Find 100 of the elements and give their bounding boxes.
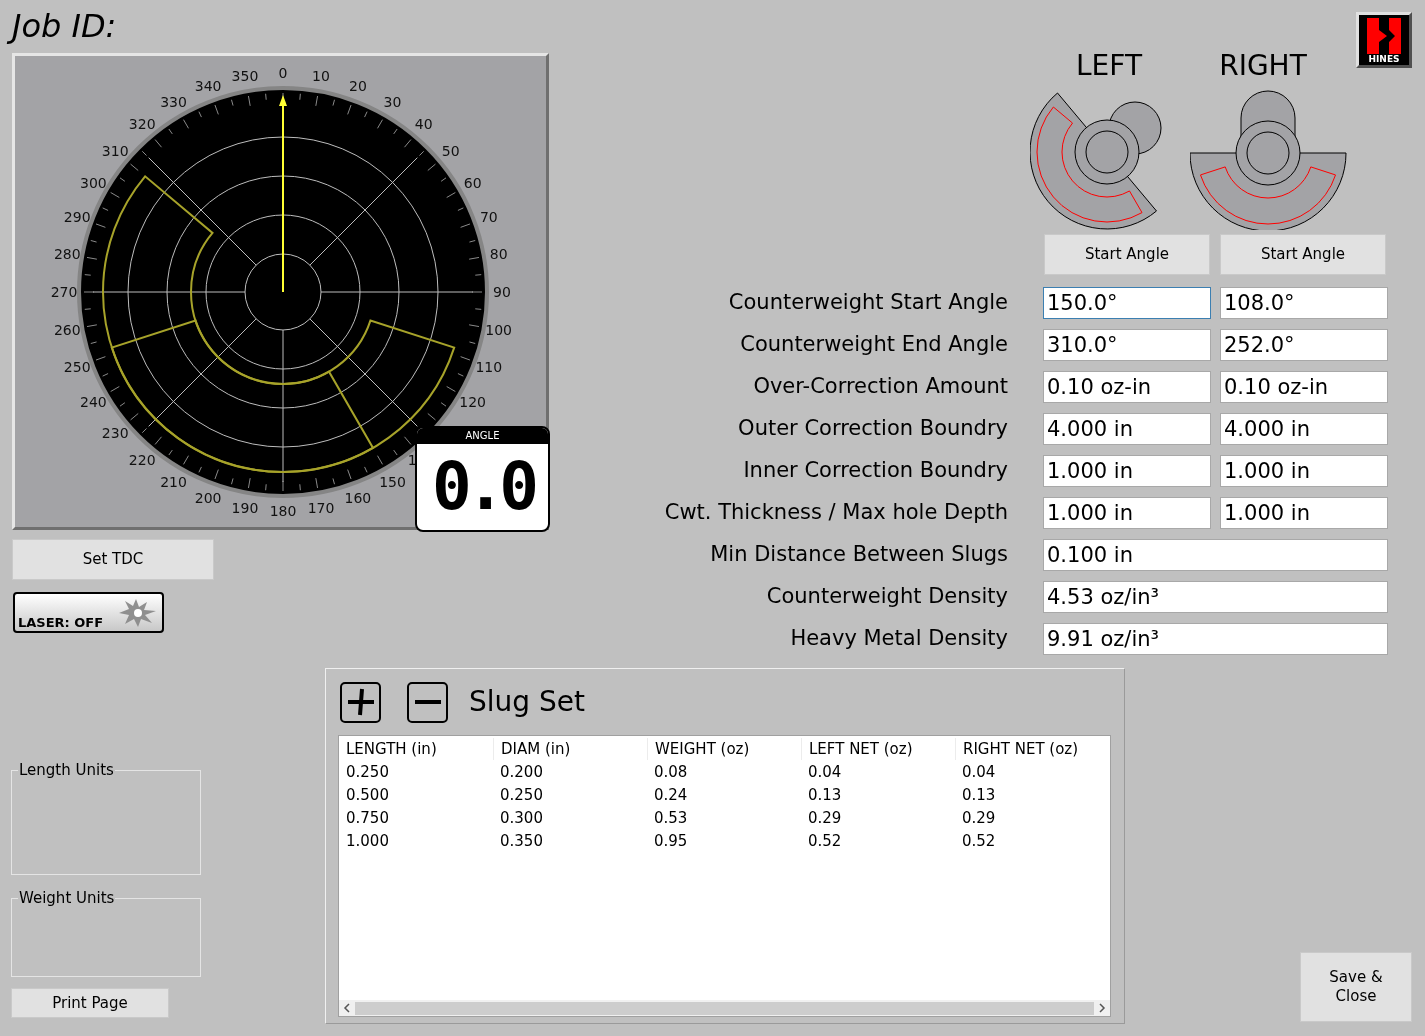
readout-label: ANGLE	[465, 431, 500, 441]
setting-label: Inner Correction Boundry	[743, 458, 1008, 483]
scroll-left-icon[interactable]	[343, 1003, 351, 1013]
degree-label: 350	[231, 68, 259, 85]
horizontal-scrollbar[interactable]	[339, 1000, 1110, 1016]
column-header[interactable]: LEFT NET (oz)	[809, 737, 913, 761]
value-field[interactable]: 310.0°	[1043, 329, 1211, 361]
value-field[interactable]: 4.000 in	[1220, 413, 1388, 445]
set-tdc-button[interactable]: Set TDC	[12, 539, 214, 580]
print-page-button[interactable]: Print Page	[11, 988, 169, 1018]
degree-label: 40	[414, 116, 433, 133]
table-cell: 0.350	[500, 831, 543, 850]
degree-label: 310	[101, 143, 129, 160]
value-field[interactable]: 108.0°	[1220, 287, 1388, 319]
degree-label: 270	[50, 284, 78, 300]
table-cell: 0.250	[500, 785, 543, 804]
scroll-right-icon[interactable]	[1098, 1003, 1106, 1013]
value-field[interactable]: 252.0°	[1220, 329, 1388, 361]
slug-set-title: Slug Set	[469, 684, 585, 720]
degree-label: 60	[463, 174, 482, 191]
table-cell: 0.13	[962, 785, 996, 804]
setting-label: Heavy Metal Density	[790, 626, 1008, 651]
minus-icon	[414, 700, 441, 704]
degree-label: 330	[160, 94, 187, 111]
logo-text: HINES	[1368, 55, 1400, 64]
degree-label: 1	[407, 451, 417, 468]
table-cell: 0.500	[346, 785, 389, 804]
value-field[interactable]: 0.10 oz-in	[1043, 371, 1211, 403]
setting-label: Counterweight End Angle	[740, 332, 1008, 357]
setting-label: Counterweight Start Angle	[728, 290, 1008, 315]
table-cell: 0.95	[654, 831, 688, 850]
degree-label: 180	[269, 503, 297, 519]
degree-label: 90	[493, 284, 511, 300]
degree-label: 250	[63, 358, 91, 375]
degree-label: 320	[128, 116, 156, 133]
value-field[interactable]: 1.000 in	[1220, 497, 1388, 529]
table-cell: 0.200	[500, 762, 543, 781]
degree-label: 340	[194, 78, 222, 95]
start-angle-button[interactable]: Start Angle	[1044, 234, 1210, 275]
plus-icon	[345, 687, 376, 717]
degree-label: 120	[459, 393, 487, 410]
degree-label: 50	[441, 143, 460, 160]
degree-label: 100	[485, 322, 513, 339]
setting-label: Cwt. Thickness / Max hole Depth	[664, 500, 1008, 525]
column-header[interactable]: LENGTH (in)	[346, 737, 437, 761]
save-close-button[interactable]: Save & Close	[1300, 952, 1412, 1022]
value-field[interactable]: 0.10 oz-in	[1220, 371, 1388, 403]
angle-value: 0.0	[431, 454, 534, 520]
degree-label: 240	[79, 393, 107, 410]
degree-label: 190	[231, 499, 259, 516]
setting-label: Counterweight Density	[766, 584, 1008, 609]
table-cell: 0.250	[346, 762, 389, 781]
degree-label: 80	[489, 245, 508, 262]
degree-label: 210	[160, 473, 187, 490]
group-label: Length Units	[18, 760, 115, 781]
degree-label: 30	[383, 94, 402, 111]
table-cell: 0.53	[654, 808, 688, 827]
value-field[interactable]: 4.53 oz/in³	[1043, 581, 1388, 613]
degree-label: 110	[475, 358, 503, 375]
degree-label: 170	[307, 499, 335, 516]
value-field[interactable]: 1.000 in	[1043, 497, 1211, 529]
side-heading: LEFT	[1076, 49, 1142, 82]
value-field[interactable]: 1.000 in	[1220, 455, 1388, 487]
degree-label: 290	[63, 209, 91, 226]
column-header[interactable]: RIGHT NET (oz)	[963, 737, 1079, 761]
value-field[interactable]: 4.000 in	[1043, 413, 1211, 445]
group-label: Weight Units	[18, 888, 116, 909]
table-cell: 0.08	[654, 762, 688, 781]
degree-label: 260	[53, 322, 81, 339]
table-cell: 0.29	[808, 808, 842, 827]
degree-label: 230	[101, 424, 129, 441]
table-cell: 0.52	[808, 831, 842, 850]
table-cell: 0.300	[500, 808, 543, 827]
column-header[interactable]: WEIGHT (oz)	[655, 737, 750, 761]
value-field[interactable]: 150.0°	[1043, 287, 1211, 319]
laser-toggle-button[interactable]: LASER: OFF	[13, 592, 164, 633]
degree-label: 280	[53, 245, 81, 262]
table-cell: 0.04	[808, 762, 842, 781]
add-slug-button[interactable]	[340, 681, 381, 723]
degree-label: 150	[379, 473, 406, 490]
value-field[interactable]: 0.100 in	[1043, 539, 1388, 571]
degree-label: 300	[79, 174, 107, 191]
value-field[interactable]: 1.000 in	[1043, 455, 1211, 487]
degree-label: 220	[128, 451, 156, 468]
table-cell: 0.04	[962, 762, 996, 781]
table-cell: 1.000	[346, 831, 389, 850]
degree-label: 0	[278, 65, 288, 81]
degree-label: 10	[312, 68, 330, 85]
table-cell: 0.13	[808, 785, 842, 804]
column-header[interactable]: DIAM (in)	[501, 737, 571, 761]
value-field[interactable]: 9.91 oz/in³	[1043, 623, 1388, 655]
logo-mark-icon	[1365, 18, 1403, 54]
degree-label: 20	[349, 78, 367, 95]
degree-label: 160	[344, 489, 372, 506]
setting-label: Over-Correction Amount	[753, 374, 1008, 399]
table-cell: 0.24	[654, 785, 688, 804]
remove-slug-button[interactable]	[407, 681, 448, 723]
table-cell: 0.750	[346, 808, 389, 827]
start-angle-button[interactable]: Start Angle	[1220, 234, 1386, 275]
job-id-title: Job ID:	[8, 6, 125, 48]
